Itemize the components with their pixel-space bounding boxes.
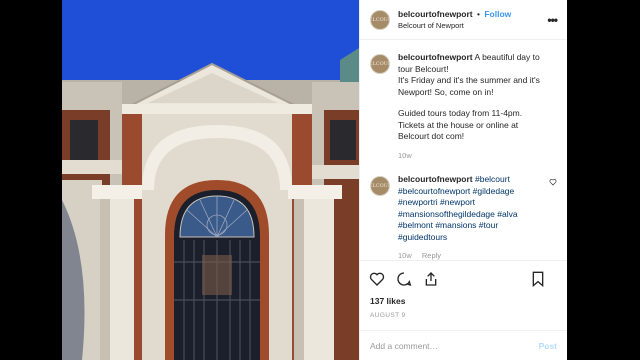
caption-text-2: It's Friday and it's the summer and it's… bbox=[398, 75, 540, 97]
heart-icon[interactable] bbox=[369, 271, 385, 287]
caption-time[interactable]: 10w bbox=[398, 151, 412, 160]
post-date: AUGUST 9 bbox=[370, 312, 406, 319]
location-link[interactable]: Belcourt of Newport bbox=[398, 20, 511, 31]
comment-item: BELCOURT belcourtofnewport #belcourt #be… bbox=[370, 174, 557, 260]
caption-text-3: Guided tours today from 11-4pm. Tickets … bbox=[398, 108, 523, 141]
bookmark-icon[interactable] bbox=[530, 271, 546, 287]
more-options-icon[interactable]: ••• bbox=[547, 13, 558, 27]
reply-button[interactable]: Reply bbox=[422, 251, 441, 260]
post-button[interactable]: Post bbox=[539, 341, 557, 351]
post-photo[interactable] bbox=[62, 0, 359, 360]
post-modal: BELCOURT belcourtofnewport • Follow Belc… bbox=[62, 0, 567, 360]
comment-icon[interactable] bbox=[396, 271, 412, 287]
caption-username[interactable]: belcourtofnewport bbox=[398, 52, 473, 62]
header-username[interactable]: belcourtofnewport bbox=[398, 9, 473, 19]
avatar[interactable]: BELCOURT bbox=[370, 9, 390, 30]
add-comment-bar: Post bbox=[360, 330, 567, 360]
comment-input[interactable] bbox=[370, 340, 510, 351]
post-header: BELCOURT belcourtofnewport • Follow Belc… bbox=[360, 0, 567, 40]
share-icon[interactable] bbox=[423, 271, 439, 287]
comment-username[interactable]: belcourtofnewport bbox=[398, 174, 473, 184]
avatar[interactable]: BELCOURT bbox=[370, 54, 390, 74]
comment-heart-icon[interactable] bbox=[549, 178, 557, 186]
comment-time[interactable]: 10w bbox=[398, 251, 412, 260]
likes-count[interactable]: 137 likes bbox=[360, 296, 567, 310]
avatar[interactable]: BELCOURT bbox=[370, 176, 390, 196]
separator-dot: • bbox=[476, 8, 480, 19]
building-photo bbox=[62, 0, 359, 360]
post-sidebar: BELCOURT belcourtofnewport • Follow Belc… bbox=[359, 0, 567, 360]
comment-hashtags[interactable]: #belcourt #belcourtofnewport #gildedage … bbox=[398, 174, 518, 242]
action-bar bbox=[360, 260, 567, 296]
caption: BELCOURT belcourtofnewport A beautiful d… bbox=[370, 52, 557, 168]
follow-button[interactable]: Follow bbox=[484, 9, 511, 19]
comments-list: BELCOURT belcourtofnewport A beautiful d… bbox=[360, 40, 567, 260]
